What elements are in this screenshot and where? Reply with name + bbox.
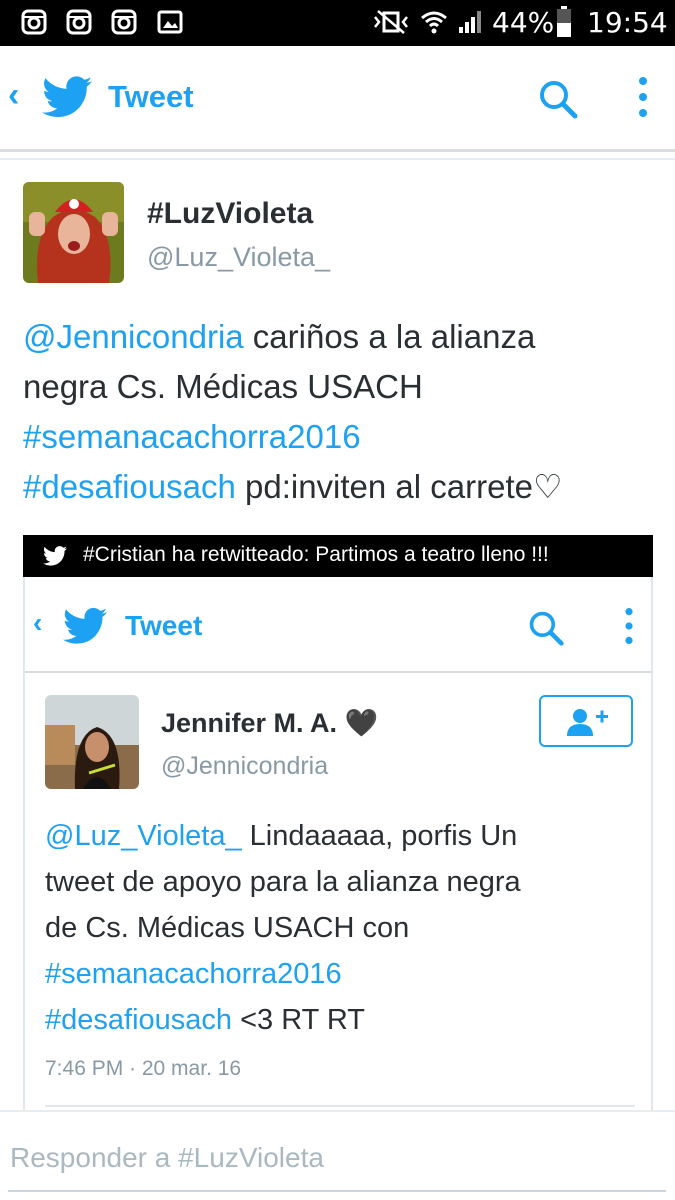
tweet-text-segment: cariños a la alianza bbox=[243, 318, 536, 355]
status-bar: 44% 19:54 bbox=[0, 0, 675, 46]
search-icon bbox=[529, 611, 564, 646]
mention-link[interactable]: @Jennicondria bbox=[23, 318, 244, 355]
instagram-icon bbox=[66, 9, 92, 35]
page-title: Tweet bbox=[108, 79, 194, 114]
avatar[interactable] bbox=[23, 182, 124, 283]
reply-input-underline bbox=[8, 1190, 666, 1192]
follow-button bbox=[539, 695, 633, 747]
retweet-banner-text: #Cristian ha retwitteado: Partimos a tea… bbox=[83, 543, 549, 566]
vibrate-icon bbox=[374, 10, 408, 34]
avatar bbox=[45, 695, 139, 789]
tweet-text-segment: pd:inviten al carrete♡ bbox=[235, 468, 563, 505]
retweet-banner: #Cristian ha retwitteado: Partimos a tea… bbox=[23, 535, 653, 577]
tweet-text-segment: tweet de apoyo para la alianza negra bbox=[45, 866, 521, 898]
add-user-icon bbox=[567, 709, 608, 736]
app-bar: ‹ Tweet bbox=[0, 46, 675, 152]
more-vert-icon[interactable] bbox=[633, 74, 653, 120]
display-name: Jennifer M. A. 🖤 bbox=[161, 707, 378, 739]
twitter-bird-icon bbox=[42, 76, 92, 117]
timestamp: 7:46 PM · 20 mar. 16 bbox=[45, 1057, 242, 1080]
hashtag-link[interactable]: #desafiousach bbox=[23, 468, 236, 505]
twitter-bird-icon bbox=[63, 607, 107, 644]
embedded-tweet-text: @Luz_Violeta_ Lindaaaaa, porfis Un tweet… bbox=[45, 813, 645, 1043]
instagram-icon bbox=[111, 9, 137, 35]
battery-icon bbox=[557, 6, 571, 37]
embedded-page-title: Tweet bbox=[125, 610, 203, 641]
more-vert-icon bbox=[625, 608, 633, 644]
tweet-text: @Jennicondria cariños a la alianza negra… bbox=[23, 312, 663, 512]
instagram-icon bbox=[21, 9, 47, 35]
tweet-text-segment: Lindaaaaa, porfis Un bbox=[241, 820, 518, 852]
reply-bar: Responder a #LuzVioleta bbox=[0, 1110, 675, 1200]
back-icon: ‹ bbox=[33, 607, 43, 638]
clock: 19:54 bbox=[587, 6, 668, 39]
divider bbox=[45, 1105, 635, 1107]
divider bbox=[0, 158, 675, 160]
heart-emoji: 🖤 bbox=[344, 708, 379, 738]
handle: @Jennicondria bbox=[161, 752, 329, 780]
hashtag-link: #semanacachorra2016 bbox=[45, 958, 342, 990]
image-icon bbox=[157, 10, 183, 34]
handle[interactable]: @Luz_Violeta_ bbox=[147, 242, 330, 273]
battery-percent: 44% bbox=[492, 6, 555, 39]
display-name-text: Jennifer M. A. bbox=[161, 708, 338, 738]
display-name[interactable]: #LuzVioleta bbox=[147, 197, 313, 231]
wifi-icon bbox=[421, 11, 447, 34]
reply-input[interactable]: Responder a #LuzVioleta bbox=[10, 1142, 324, 1174]
mention-link: @Luz_Violeta_ bbox=[45, 820, 242, 852]
hashtag-link: #desafiousach bbox=[45, 1004, 233, 1036]
hashtag-link[interactable]: #semanacachorra2016 bbox=[23, 418, 361, 455]
embedded-tweet-screenshot: ‹ Tweet Jennifer M. A. 🖤 @Jennicondria @… bbox=[23, 577, 653, 1117]
twitter-bird-icon bbox=[43, 546, 67, 566]
tweet-text-segment: de Cs. Médicas USACH con bbox=[45, 912, 410, 944]
back-icon[interactable]: ‹ bbox=[8, 76, 19, 115]
embedded-app-bar: ‹ Tweet bbox=[25, 577, 651, 673]
tweet-text-segment: negra Cs. Médicas USACH bbox=[23, 368, 423, 405]
signal-icon bbox=[459, 11, 481, 33]
tweet-text-segment: <3 RT RT bbox=[232, 1004, 366, 1036]
search-icon[interactable] bbox=[537, 78, 579, 120]
